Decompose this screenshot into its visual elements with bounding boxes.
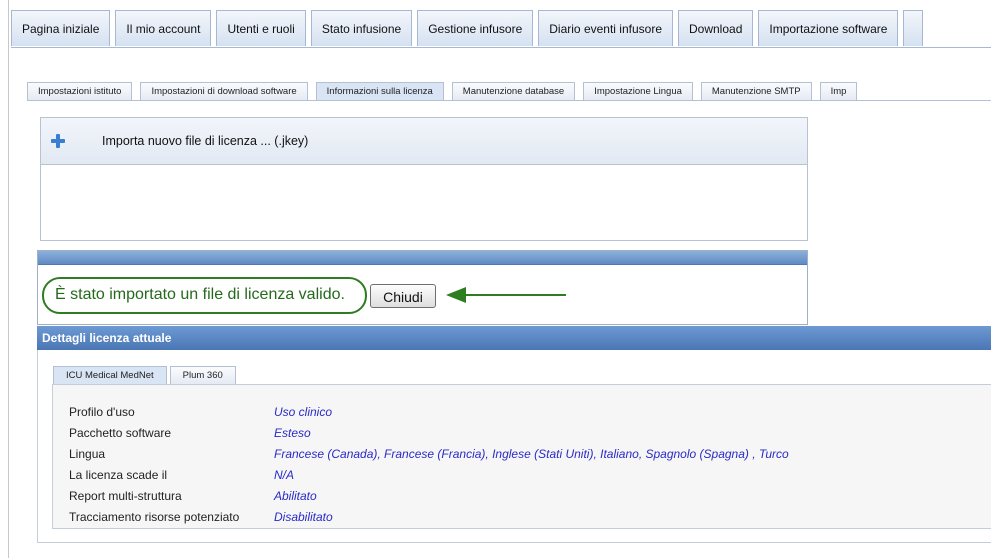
pointer-arrow-icon xyxy=(446,287,566,303)
subtab-overflow[interactable]: Imp xyxy=(819,82,858,101)
main-tabs-divider xyxy=(11,47,991,48)
status-message-titlebar xyxy=(38,251,807,265)
detail-label: Pacchetto software xyxy=(69,426,172,440)
detail-value: Abilitato xyxy=(274,489,317,503)
tab-plum-360[interactable]: Plum 360 xyxy=(169,366,236,385)
detail-value: Francese (Canada), Francese (Francia), I… xyxy=(274,447,789,461)
subtab-smtp-maintenance[interactable]: Manutenzione SMTP xyxy=(700,82,812,101)
detail-value: N/A xyxy=(274,468,295,482)
import-license-button[interactable]: Importa nuovo file di licenza ... (.jkey… xyxy=(41,118,807,165)
app-frame: Pagina iniziale Il mio account Utenti e … xyxy=(0,0,991,558)
subtab-software-download-settings[interactable]: Impostazioni di download software xyxy=(140,82,308,101)
subtab-license-info[interactable]: Informazioni sulla licenza xyxy=(315,82,444,101)
highlight-oval xyxy=(42,277,367,314)
plus-icon xyxy=(51,134,65,148)
tab-infusion-status[interactable]: Stato infusione xyxy=(310,10,413,46)
import-license-panel: Importa nuovo file di licenza ... (.jkey… xyxy=(40,117,808,241)
detail-label: La licenza scade il xyxy=(69,468,168,482)
tab-infuser-management[interactable]: Gestione infusore xyxy=(417,10,534,46)
detail-row-asset-tracking: Tracciamento risorse potenziato Disabili… xyxy=(69,507,789,528)
license-details-table: Profilo d'uso Uso clinico Pacchetto soft… xyxy=(69,402,789,528)
sub-tabs-divider xyxy=(27,100,991,101)
import-license-label: Importa nuovo file di licenza ... (.jkey… xyxy=(102,134,309,148)
license-product-tabs: ICU Medical MedNet Plum 360 xyxy=(53,366,239,385)
detail-row-multi-facility-report: Report multi-struttura Abilitato xyxy=(69,486,789,507)
tab-users-roles[interactable]: Utenti e ruoli xyxy=(216,10,306,46)
subtab-institution-settings[interactable]: Impostazioni istituto xyxy=(27,82,133,101)
detail-label: Profilo d'uso xyxy=(69,405,135,419)
detail-value: Esteso xyxy=(274,426,311,440)
detail-row-software-package: Pacchetto software Esteso xyxy=(69,423,789,444)
detail-row-license-expiry: La licenza scade il N/A xyxy=(69,465,789,486)
tab-home[interactable]: Pagina iniziale xyxy=(11,10,111,46)
tab-my-account[interactable]: Il mio account xyxy=(115,10,212,46)
license-details-header: Dettagli licenza attuale xyxy=(37,326,991,350)
tab-infuser-event-log[interactable]: Diario eventi infusore xyxy=(538,10,673,46)
close-button[interactable]: Chiudi xyxy=(370,284,436,308)
detail-value: Disabilitato xyxy=(274,510,333,524)
subtab-database-maintenance[interactable]: Manutenzione database xyxy=(451,82,576,101)
tab-software-import[interactable]: Importazione software xyxy=(758,10,899,46)
subtab-language-settings[interactable]: Impostazione Lingua xyxy=(583,82,693,101)
tab-overflow[interactable] xyxy=(903,10,924,46)
detail-row-usage-profile: Profilo d'uso Uso clinico xyxy=(69,402,789,423)
detail-label: Report multi-struttura xyxy=(69,489,182,503)
settings-subnav: Impostazioni istituto Impostazioni di do… xyxy=(27,82,865,102)
main-nav: Pagina iniziale Il mio account Utenti e … xyxy=(11,10,928,48)
detail-label: Lingua xyxy=(69,447,106,461)
page-border xyxy=(8,0,9,558)
detail-row-language: Lingua Francese (Canada), Francese (Fran… xyxy=(69,444,789,465)
detail-label: Tracciamento risorse potenziato xyxy=(69,510,240,524)
tab-download[interactable]: Download xyxy=(678,10,754,46)
tab-icu-medical-mednet[interactable]: ICU Medical MedNet xyxy=(53,366,167,385)
detail-value: Uso clinico xyxy=(274,405,333,419)
